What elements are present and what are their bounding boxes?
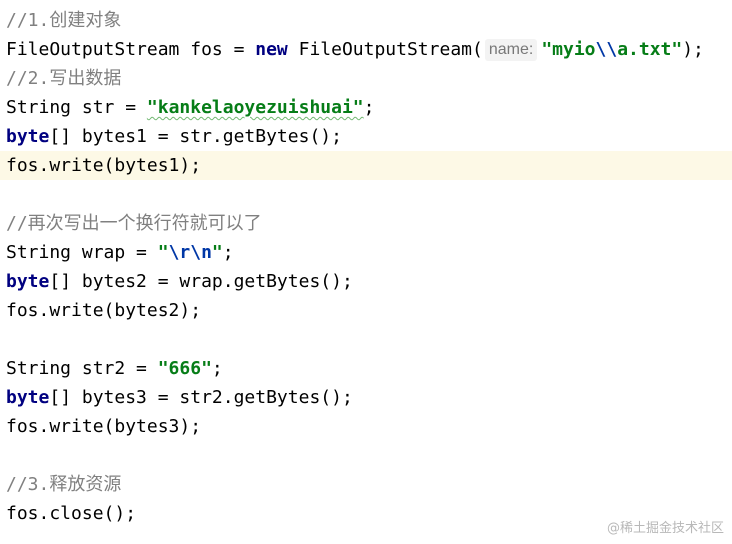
string-literal: "666" (157, 358, 212, 379)
code-line-2[interactable]: FileOutputStream fos = new FileOutputStr… (0, 35, 732, 64)
code-line-6-current[interactable]: fos.write(bytes1); (0, 151, 732, 180)
code-line-14[interactable]: byte[] bytes3 = str2.getBytes(); (0, 383, 732, 412)
comment: //1.创建对象 (6, 10, 122, 31)
comment: //再次写出一个换行符就可以了 (6, 213, 262, 234)
keyword: byte (6, 126, 50, 147)
code-line-15[interactable]: fos.write(bytes3); (0, 412, 732, 441)
code-line-11[interactable]: fos.write(bytes2); (0, 296, 732, 325)
code-editor[interactable]: //1.创建对象 FileOutputStream fos = new File… (0, 0, 732, 544)
code-line-5[interactable]: byte[] bytes1 = str.getBytes(); (0, 122, 732, 151)
code-line-10[interactable]: byte[] bytes2 = wrap.getBytes(); (0, 267, 732, 296)
class-name: FileOutputStream (6, 39, 180, 60)
escape-sequence: \r\n (168, 242, 212, 263)
keyword: new (255, 39, 288, 60)
string-literal: "myio\\a.txt" (541, 39, 683, 60)
code-line-17[interactable]: //3.释放资源 (0, 470, 732, 499)
code-line-4[interactable]: String str = "kankelaoyezuishuai"; (0, 93, 732, 122)
string-literal: "kankelaoyezuishuai" (146, 97, 364, 118)
keyword: byte (6, 387, 50, 408)
watermark: @稀土掘金技术社区 (606, 521, 724, 536)
code-line-13[interactable]: String str2 = "666"; (0, 354, 732, 383)
code-line-8[interactable]: //再次写出一个换行符就可以了 (0, 209, 732, 238)
string-literal: "\r\n" (157, 242, 223, 263)
keyword: byte (6, 271, 50, 292)
code-line-1[interactable]: //1.创建对象 (0, 6, 732, 35)
parameter-hint: name: (484, 39, 538, 61)
code-line-3[interactable]: //2.写出数据 (0, 64, 732, 93)
comment: //3.释放资源 (6, 474, 122, 495)
code-line-9[interactable]: String wrap = "\r\n"; (0, 238, 732, 267)
comment: //2.写出数据 (6, 68, 122, 89)
